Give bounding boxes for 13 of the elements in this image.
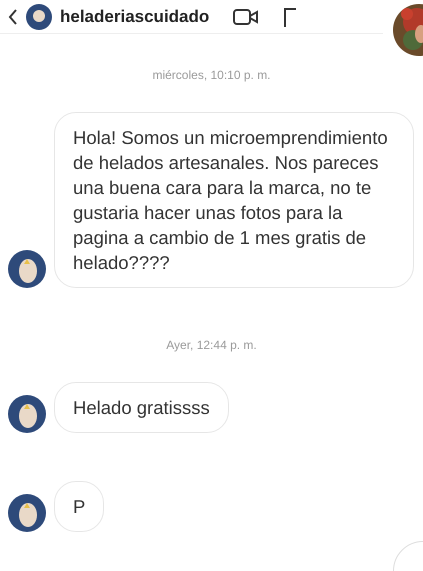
flag-icon[interactable] [283, 6, 298, 26]
timestamp: Ayer, 12:44 p. m. [166, 338, 257, 352]
avatar [8, 494, 46, 532]
message-bubble: Helado gratissss [54, 382, 229, 433]
avatar [8, 395, 46, 433]
message-bubble: Hola! Somos un microemprendimiento de helados artesanales. Nos pareces una buena cara para la marca, no te gustaria hacer unas fotos para la pagina a cambio de 1 mes gratis de helado???? [54, 112, 414, 288]
message-bubble: P [54, 481, 104, 532]
back-icon[interactable] [8, 8, 18, 24]
timestamp: miércoles, 10:10 p. m. [152, 68, 271, 82]
username[interactable]: heladeriascuidado [60, 4, 210, 30]
video-call-icon[interactable] [233, 8, 260, 26]
avatar [8, 250, 46, 288]
avatar [26, 4, 52, 30]
